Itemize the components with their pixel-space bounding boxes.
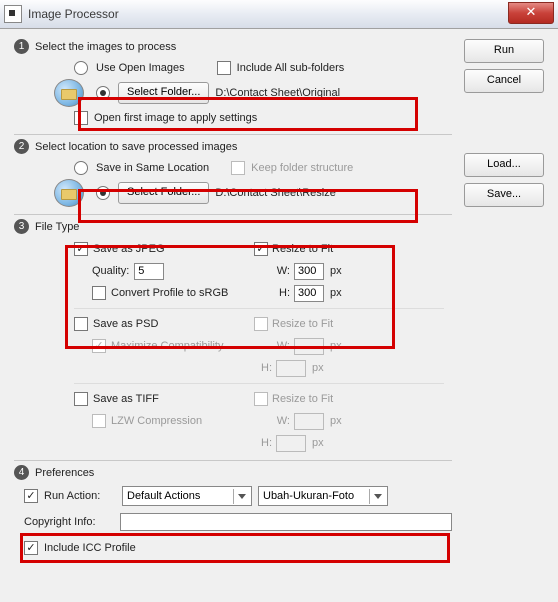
section-file-type: 3 File Type Save as JPEG Resize to Fit Q… [14, 219, 452, 454]
chk-save-jpeg[interactable] [74, 242, 88, 256]
label-px: px [330, 265, 342, 277]
label-psd-h: H: [254, 362, 272, 374]
input-tiff-h [276, 435, 306, 452]
label-keep-folder-structure: Keep folder structure [251, 162, 353, 174]
dest-folder-path: D:\Contact Sheet\Resize [215, 187, 335, 199]
label-max-compat: Maximize Compatibility [111, 340, 223, 352]
chk-include-subfolders[interactable] [217, 61, 231, 75]
select-action-name[interactable]: Ubah-Ukuran-Foto [258, 486, 388, 506]
input-jpeg-w[interactable] [294, 263, 324, 280]
chk-keep-folder-structure [231, 161, 245, 175]
input-copyright[interactable] [120, 513, 452, 531]
input-jpeg-h[interactable] [294, 285, 324, 302]
select-source-folder-button[interactable]: Select Folder... [118, 82, 209, 104]
label-px: px [312, 362, 324, 374]
dialog-content: Run Cancel Load... Save... 1 Select the … [0, 29, 558, 602]
label-px: px [330, 415, 342, 427]
label-psd-w: W: [272, 340, 290, 352]
close-button[interactable]: ✕ [508, 2, 554, 24]
section-preferences: 4 Preferences Run Action: Default Action… [14, 465, 452, 560]
radio-select-source-folder[interactable] [96, 86, 110, 100]
cancel-button[interactable]: Cancel [464, 69, 544, 93]
step-badge-1: 1 [14, 39, 29, 54]
label-jpeg-h: H: [272, 287, 290, 299]
label-tiff-w: W: [272, 415, 290, 427]
step-badge-2: 2 [14, 139, 29, 154]
label-lzw: LZW Compression [111, 415, 202, 427]
select-action-name-value: Ubah-Ukuran-Foto [263, 490, 354, 502]
save-button[interactable]: Save... [464, 183, 544, 207]
label-px: px [330, 287, 342, 299]
radio-save-same-location[interactable] [74, 161, 88, 175]
section-images-to-process: 1 Select the images to process Use Open … [14, 39, 452, 128]
chk-psd-resize [254, 317, 268, 331]
label-quality: Quality: [92, 265, 129, 277]
label-save-same-location: Save in Same Location [96, 162, 209, 174]
step-badge-4: 4 [14, 465, 29, 480]
input-quality[interactable] [134, 263, 164, 280]
source-folder-path: D:\Contact Sheet\Original [215, 87, 340, 99]
label-psd-resize: Resize to Fit [272, 318, 333, 330]
label-save-jpeg: Save as JPEG [93, 243, 165, 255]
section4-heading: Preferences [35, 467, 94, 479]
label-jpeg-resize: Resize to Fit [272, 243, 333, 255]
chk-include-icc[interactable] [24, 541, 38, 555]
chk-open-first-image[interactable] [74, 111, 88, 125]
label-tiff-resize: Resize to Fit [272, 393, 333, 405]
chk-save-psd[interactable] [74, 317, 88, 331]
divider-2 [14, 214, 452, 215]
section1-heading: Select the images to process [35, 41, 176, 53]
label-px: px [330, 340, 342, 352]
label-px: px [312, 437, 324, 449]
right-button-column: Run Cancel Load... Save... [464, 39, 544, 207]
label-save-psd: Save as PSD [93, 318, 158, 330]
label-save-tiff: Save as TIFF [93, 393, 159, 405]
title-bar: Image Processor ✕ [0, 0, 558, 29]
label-jpeg-w: W: [272, 265, 290, 277]
divider-1 [14, 134, 452, 135]
select-action-set-value: Default Actions [127, 490, 200, 502]
close-icon: ✕ [526, 4, 537, 19]
label-include-icc: Include ICC Profile [44, 542, 136, 554]
input-psd-h [276, 360, 306, 377]
load-button[interactable]: Load... [464, 153, 544, 177]
radio-use-open-images[interactable] [74, 61, 88, 75]
chevron-down-icon [233, 489, 249, 504]
label-include-subfolders: Include All sub-folders [237, 62, 345, 74]
input-psd-w [294, 338, 324, 355]
window-title: Image Processor [28, 7, 119, 21]
chk-jpeg-resize[interactable] [254, 242, 268, 256]
label-run-action: Run Action: [44, 490, 116, 502]
section-save-location: 2 Select location to save processed imag… [14, 139, 452, 208]
chk-run-action[interactable] [24, 489, 38, 503]
chk-tiff-resize [254, 392, 268, 406]
chk-max-compat [92, 339, 106, 353]
input-tiff-w [294, 413, 324, 430]
section3-heading: File Type [35, 221, 79, 233]
divider-3 [14, 460, 452, 461]
app-icon [4, 5, 22, 23]
chk-convert-srgb[interactable] [92, 286, 106, 300]
label-use-open-images: Use Open Images [96, 62, 185, 74]
radio-select-dest-folder[interactable] [96, 186, 110, 200]
run-button[interactable]: Run [464, 39, 544, 63]
section2-heading: Select location to save processed images [35, 141, 237, 153]
label-copyright: Copyright Info: [24, 516, 114, 528]
folder-icon [54, 79, 84, 107]
select-action-set[interactable]: Default Actions [122, 486, 252, 506]
step-badge-3: 3 [14, 219, 29, 234]
chk-lzw [92, 414, 106, 428]
select-dest-folder-button[interactable]: Select Folder... [118, 182, 209, 204]
chevron-down-icon [369, 489, 385, 504]
chk-save-tiff[interactable] [74, 392, 88, 406]
label-open-first-image: Open first image to apply settings [94, 112, 257, 124]
label-convert-srgb: Convert Profile to sRGB [111, 287, 228, 299]
label-tiff-h: H: [254, 437, 272, 449]
folder-icon [54, 179, 84, 207]
